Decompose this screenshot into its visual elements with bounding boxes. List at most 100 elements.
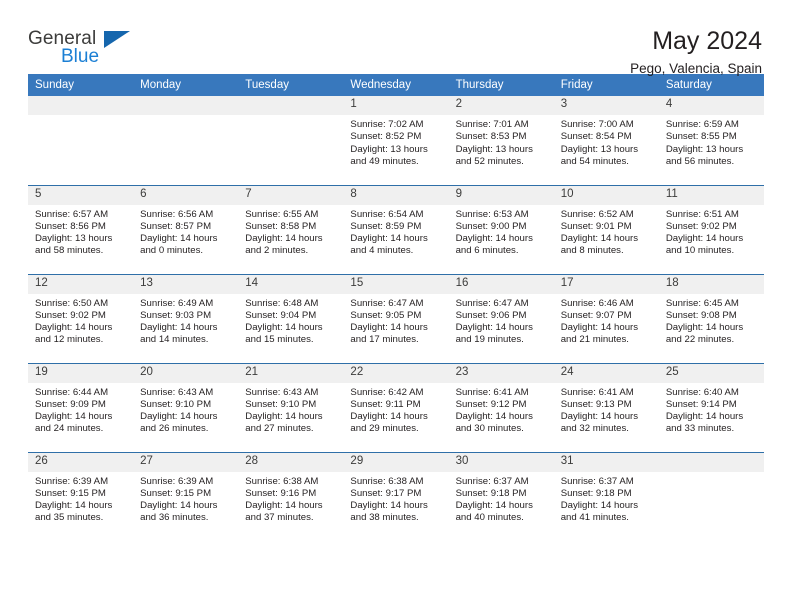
sunset-text: Sunset: 9:09 PM: [35, 398, 106, 410]
day-number: 3: [553, 96, 659, 115]
sunrise-text: Sunrise: 7:02 AM: [350, 119, 424, 130]
calendar-day-cell[interactable]: 28 Sunrise: 6:38 AM Sunset: 9:16 PM Dayligh…: [238, 451, 344, 541]
daylight-text: Daylight: 14 hours and 2 minutes.: [245, 233, 323, 257]
calendar-day-cell-empty: [28, 96, 134, 185]
calendar-day-cell[interactable]: 12 Sunrise: 6:50 AM Sunset: 9:02 PM Dayligh…: [28, 273, 134, 363]
day-cell-inner: 30 Sunrise: 6:37 AM Sunset: 9:18 PM Dayligh…: [448, 452, 554, 542]
general-blue-logo[interactable]: General Blue: [28, 26, 148, 72]
sunset-text: Sunset: 8:55 PM: [665, 131, 737, 143]
day-details: Sunrise: 6:48 AM Sunset: 9:04 PM Daylight:…: [238, 294, 343, 347]
calendar-day-cell[interactable]: 11 Sunrise: 6:51 AM Sunset: 9:02 PM Dayligh…: [658, 184, 764, 274]
day-number: 6: [133, 185, 239, 205]
day-cell-inner: [658, 452, 764, 542]
daylight-text: Daylight: 14 hours and 19 minutes.: [455, 322, 533, 346]
daylight-text: Daylight: 14 hours and 17 minutes.: [350, 322, 428, 346]
day-number: 28: [238, 452, 344, 472]
day-cell-inner: 12 Sunrise: 6:50 AM Sunset: 9:02 PM Dayligh…: [28, 274, 134, 363]
sunrise-text: Sunrise: 6:37 AM: [455, 475, 529, 487]
calendar-day-cell[interactable]: 31 Sunrise: 6:37 AM Sunset: 9:18 PM Dayligh…: [553, 451, 659, 541]
day-number: 23: [448, 363, 554, 383]
day-number: 14: [238, 274, 344, 294]
calendar-day-cell[interactable]: 15 Sunrise: 6:47 AM Sunset: 9:05 PM Dayligh…: [343, 273, 449, 363]
calendar-day-cell[interactable]: 21 Sunrise: 6:43 AM Sunset: 9:10 PM Dayligh…: [238, 362, 344, 452]
day-details: Sunrise: 6:51 AM Sunset: 9:02 PM Daylight:…: [659, 205, 764, 258]
calendar-day-cell[interactable]: 9 Sunrise: 6:53 AM Sunset: 9:00 PM Daylight…: [448, 184, 554, 274]
day-number: 8: [343, 185, 449, 205]
calendar-day-cell[interactable]: 3 Sunrise: 7:00 AM Sunset: 8:54 PM Daylight…: [553, 96, 659, 185]
weekday-header-wednesday: Wednesday: [343, 74, 449, 96]
calendar-day-cell[interactable]: 1 Sunrise: 7:02 AM Sunset: 8:52 PM Daylight…: [343, 96, 449, 185]
calendar-day-cell[interactable]: 27 Sunrise: 6:39 AM Sunset: 9:15 PM Dayligh…: [133, 451, 239, 541]
day-number: 30: [448, 452, 554, 472]
calendar-day-cell[interactable]: 29 Sunrise: 6:38 AM Sunset: 9:17 PM Dayligh…: [343, 451, 449, 542]
daylight-text: Daylight: 14 hours and 4 minutes.: [350, 233, 428, 257]
calendar-day-cell[interactable]: 14 Sunrise: 6:48 AM Sunset: 9:04 PM Dayligh…: [238, 273, 344, 363]
calendar-day-cell[interactable]: 17 Sunrise: 6:46 AM Sunset: 9:07 PM Dayligh…: [553, 273, 659, 363]
sunset-text: Sunset: 9:02 PM: [35, 309, 106, 321]
calendar-day-cell[interactable]: 20 Sunrise: 6:43 AM Sunset: 9:10 PM Dayligh…: [133, 362, 239, 452]
calendar-day-cell[interactable]: 4 Sunrise: 6:59 AM Sunset: 8:55 PM Daylight…: [658, 96, 764, 185]
daylight-text: Daylight: 14 hours and 8 minutes.: [560, 233, 639, 257]
sunrise-text: Sunrise: 7:00 AM: [560, 119, 634, 130]
sunset-text: Sunset: 8:56 PM: [35, 220, 106, 232]
daylight-text: Daylight: 14 hours and 32 minutes.: [560, 411, 639, 435]
day-number: 26: [28, 452, 134, 472]
day-number: 11: [658, 185, 764, 205]
calendar-day-cell[interactable]: 16 Sunrise: 6:47 AM Sunset: 9:06 PM Dayligh…: [448, 273, 554, 363]
sunset-text: Sunset: 9:10 PM: [245, 398, 317, 410]
calendar-day-cell[interactable]: 7 Sunrise: 6:55 AM Sunset: 8:58 PM Daylight…: [238, 184, 344, 274]
sunset-text: Sunset: 9:13 PM: [560, 398, 632, 410]
calendar-week-row: 1 Sunrise: 7:02 AM Sunset: 8:52 PM Daylight…: [28, 96, 764, 185]
sunset-text: Sunset: 9:08 PM: [665, 309, 737, 321]
day-cell-inner: 22 Sunrise: 6:42 AM Sunset: 9:11 PM Dayligh…: [343, 363, 449, 452]
sunset-text: Sunset: 9:14 PM: [665, 398, 737, 410]
day-details: Sunrise: 6:52 AM Sunset: 9:01 PM Daylight:…: [554, 205, 659, 258]
sunrise-text: Sunrise: 6:43 AM: [140, 386, 214, 398]
sunset-text: Sunset: 9:06 PM: [455, 309, 527, 321]
calendar-day-cell[interactable]: 5 Sunrise: 6:57 AM Sunset: 8:56 PM Daylight…: [28, 184, 134, 274]
daylight-text: Daylight: 13 hours and 49 minutes.: [350, 143, 428, 167]
day-details: [659, 472, 764, 476]
page-subtitle: Pego, Valencia, Spain: [630, 61, 762, 76]
day-number: 2: [448, 96, 554, 115]
calendar-day-cell[interactable]: 2 Sunrise: 7:01 AM Sunset: 8:53 PM Daylight…: [448, 96, 554, 185]
calendar-day-cell[interactable]: 18 Sunrise: 6:45 AM Sunset: 9:08 PM Dayligh…: [658, 273, 764, 363]
sunset-text: Sunset: 9:00 PM: [455, 220, 527, 232]
day-number: [238, 96, 344, 115]
day-details: Sunrise: 7:00 AM Sunset: 8:54 PM Daylight:…: [554, 115, 659, 168]
sunset-text: Sunset: 9:15 PM: [140, 487, 212, 499]
day-number: 29: [343, 452, 449, 472]
calendar-week-row: 5 Sunrise: 6:57 AM Sunset: 8:56 PM Daylight…: [28, 184, 764, 274]
calendar-day-cell[interactable]: 8 Sunrise: 6:54 AM Sunset: 8:59 PM Daylight…: [343, 184, 449, 274]
calendar-day-cell[interactable]: 24 Sunrise: 6:41 AM Sunset: 9:13 PM Dayligh…: [553, 362, 659, 452]
sunrise-text: Sunrise: 6:38 AM: [245, 475, 319, 487]
sunrise-text: Sunrise: 6:37 AM: [560, 475, 634, 487]
calendar-day-cell[interactable]: 10 Sunrise: 6:52 AM Sunset: 9:01 PM Dayligh…: [553, 184, 659, 274]
daylight-text: Daylight: 14 hours and 41 minutes.: [560, 500, 639, 524]
daylight-text: Daylight: 13 hours and 58 minutes.: [35, 233, 113, 257]
sunrise-text: Sunrise: 6:56 AM: [140, 208, 214, 220]
sunrise-text: Sunrise: 6:49 AM: [140, 297, 214, 309]
daylight-text: Daylight: 14 hours and 37 minutes.: [245, 500, 323, 524]
sunset-text: Sunset: 8:54 PM: [560, 131, 632, 143]
day-cell-inner: [133, 96, 239, 185]
day-cell-inner: 29 Sunrise: 6:38 AM Sunset: 9:17 PM Dayligh…: [343, 452, 449, 542]
page-header: General Blue May 2024 Pego, Valencia, Sp…: [28, 0, 764, 76]
calendar-day-cell[interactable]: 13 Sunrise: 6:49 AM Sunset: 9:03 PM Dayligh…: [133, 273, 239, 363]
calendar-day-cell[interactable]: 19 Sunrise: 6:44 AM Sunset: 9:09 PM Dayligh…: [28, 362, 134, 452]
calendar-day-cell[interactable]: 23 Sunrise: 6:41 AM Sunset: 9:12 PM Dayligh…: [448, 362, 554, 452]
sunset-text: Sunset: 9:16 PM: [245, 487, 317, 499]
calendar-day-cell[interactable]: 30 Sunrise: 6:37 AM Sunset: 9:18 PM Dayligh…: [448, 451, 554, 542]
calendar-day-cell[interactable]: 22 Sunrise: 6:42 AM Sunset: 9:11 PM Dayligh…: [343, 362, 449, 452]
logo-text-blue: Blue: [61, 46, 100, 67]
daylight-text: Daylight: 14 hours and 14 minutes.: [140, 322, 218, 346]
day-details: Sunrise: 6:49 AM Sunset: 9:03 PM Daylight:…: [133, 294, 238, 347]
calendar-day-cell[interactable]: 26 Sunrise: 6:39 AM Sunset: 9:15 PM Dayligh…: [28, 451, 134, 541]
calendar-day-cell[interactable]: 6 Sunrise: 6:56 AM Sunset: 8:57 PM Daylight…: [133, 184, 239, 274]
day-cell-inner: 9 Sunrise: 6:53 AM Sunset: 9:00 PM Daylight…: [448, 185, 554, 274]
day-details: Sunrise: 6:39 AM Sunset: 9:15 PM Daylight:…: [28, 472, 133, 525]
day-cell-inner: 5 Sunrise: 6:57 AM Sunset: 8:56 PM Daylight…: [28, 185, 134, 274]
daylight-text: Daylight: 14 hours and 29 minutes.: [350, 411, 428, 435]
calendar-day-cell[interactable]: 25 Sunrise: 6:40 AM Sunset: 9:14 PM Dayligh…: [658, 362, 764, 452]
day-details: Sunrise: 6:55 AM Sunset: 8:58 PM Daylight:…: [238, 205, 343, 258]
